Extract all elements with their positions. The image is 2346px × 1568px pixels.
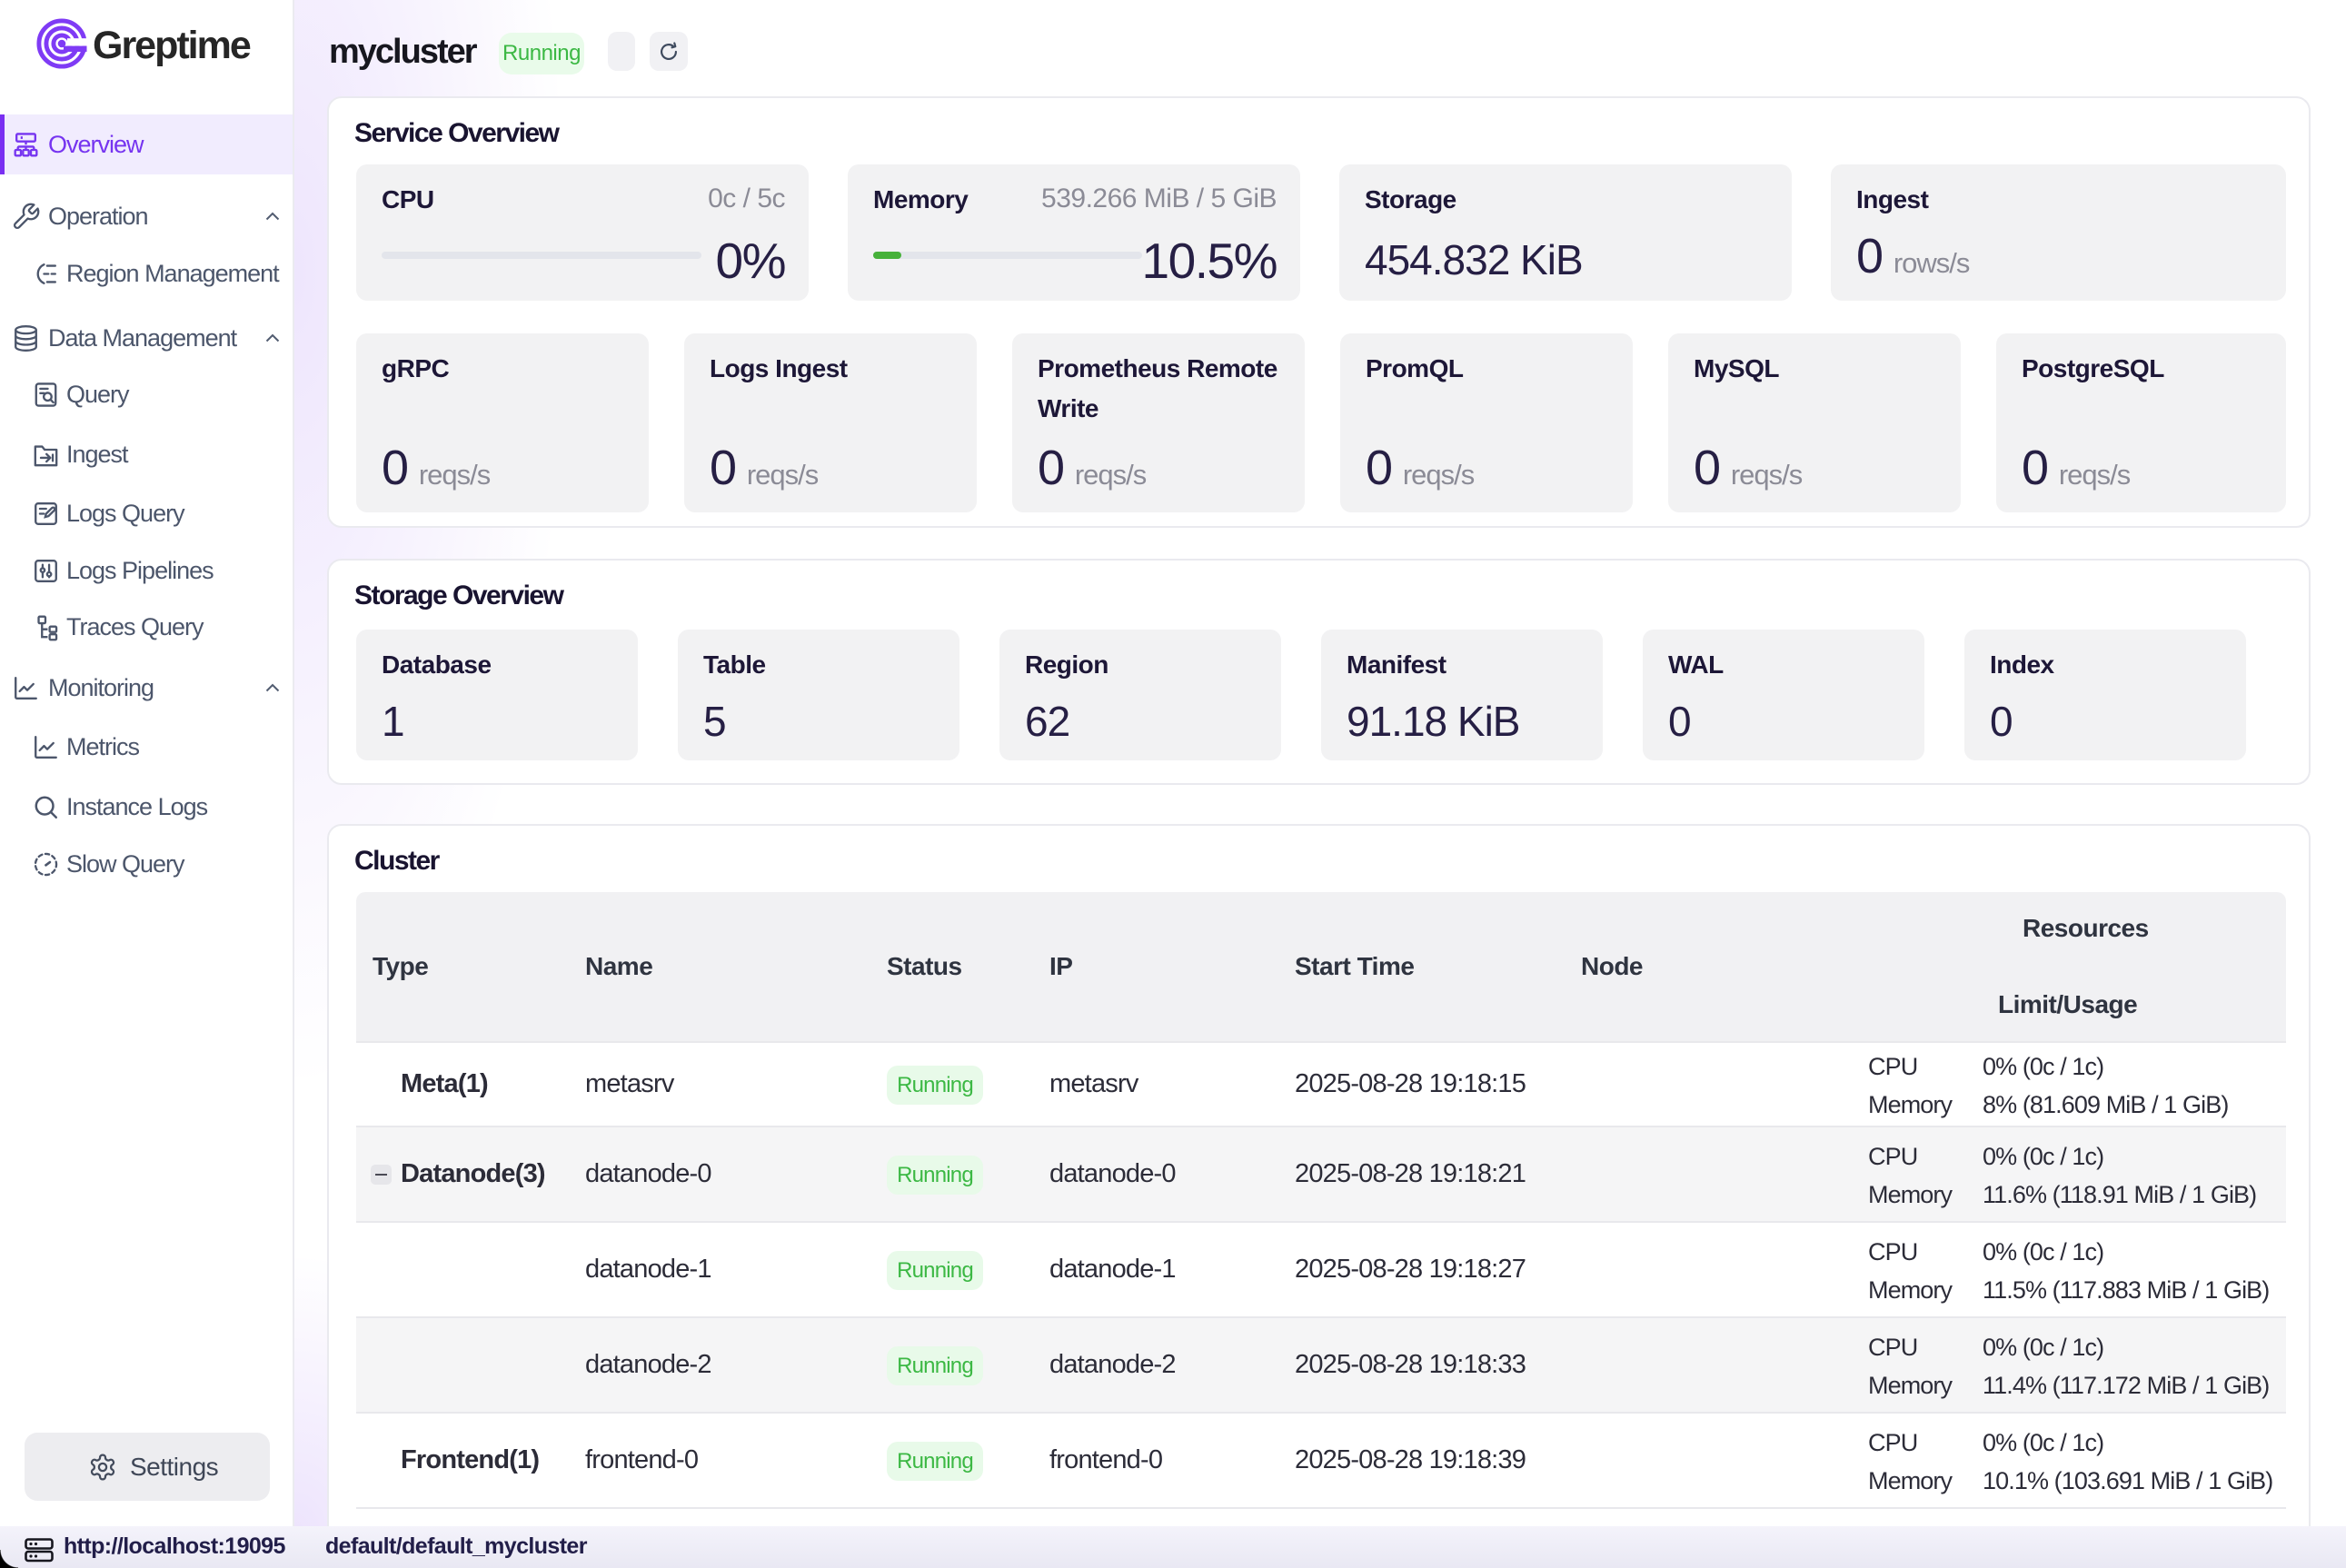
svg-text:Greptime: Greptime [93, 24, 251, 67]
